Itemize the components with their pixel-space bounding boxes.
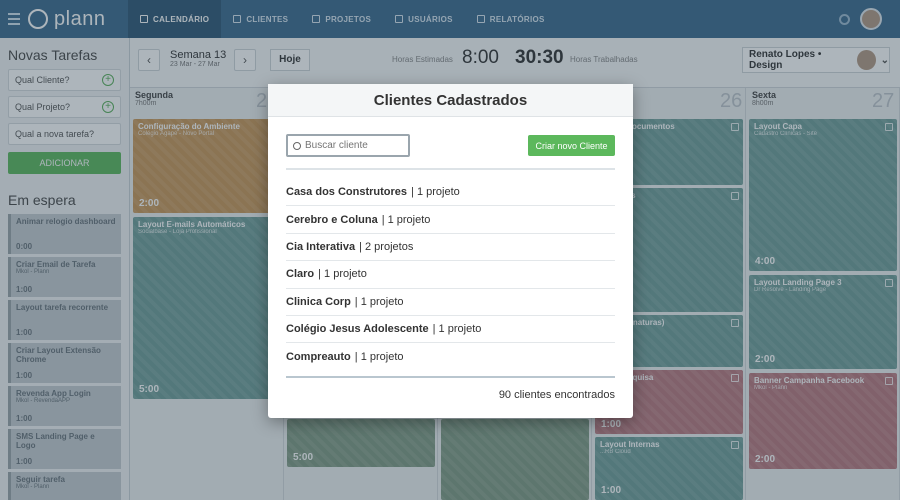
modal-title: Clientes Cadastrados	[268, 84, 633, 117]
client-row[interactable]: Colégio Jesus Adolescente | 1 projeto	[286, 316, 615, 344]
client-list: Casa dos Construtores | 1 projeto Cerebro…	[286, 179, 615, 371]
client-row[interactable]: Claro | 1 projeto	[286, 261, 615, 289]
client-row[interactable]: Cia Interativa | 2 projetos	[286, 234, 615, 262]
search-icon	[293, 141, 301, 150]
divider	[286, 168, 615, 170]
client-search-field[interactable]	[286, 134, 410, 157]
client-row[interactable]: Casa dos Construtores | 1 projeto	[286, 179, 615, 207]
divider	[286, 376, 615, 378]
client-row[interactable]: Compreauto | 1 projeto	[286, 343, 615, 370]
client-row[interactable]: Clinica Corp | 1 projeto	[286, 289, 615, 316]
clients-count: 90 clientes encontrados	[498, 389, 615, 401]
new-client-button[interactable]: Criar novo Cliente	[528, 135, 615, 156]
search-input[interactable]	[305, 140, 405, 151]
clients-modal: Clientes Cadastrados Criar novo Cliente …	[268, 84, 633, 418]
client-row[interactable]: Cerebro e Coluna | 1 projeto	[286, 206, 615, 234]
